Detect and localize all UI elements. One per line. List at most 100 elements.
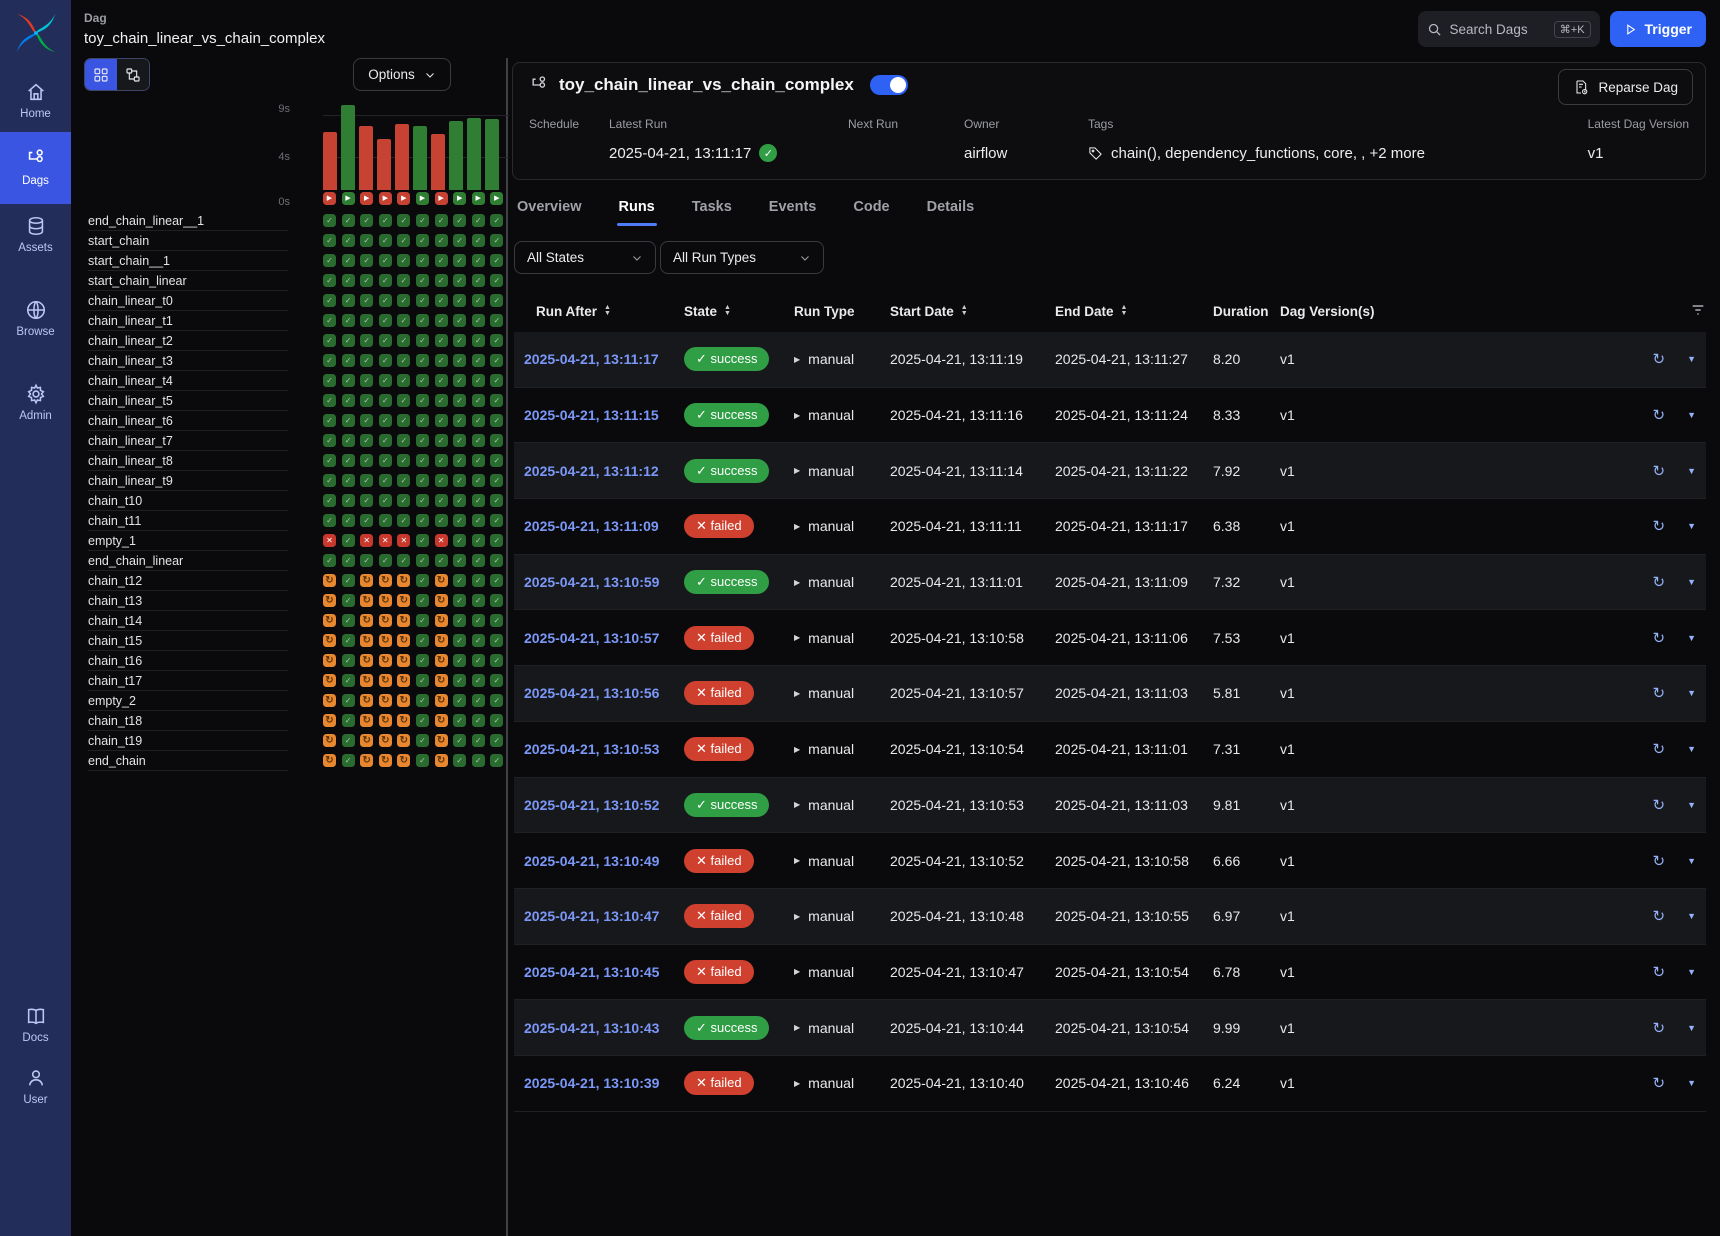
task-instance-upstream-failed-icon[interactable]: ↻: [397, 754, 410, 767]
task-instance-success-icon[interactable]: ✓: [323, 414, 336, 427]
task-instance-success-icon[interactable]: ✓: [490, 714, 503, 727]
duration-bar[interactable]: [395, 124, 409, 190]
task-name[interactable]: chain_t11: [88, 511, 288, 531]
task-instance-success-icon[interactable]: ✓: [323, 214, 336, 227]
task-instance-success-icon[interactable]: ✓: [342, 214, 355, 227]
task-instance-success-icon[interactable]: ✓: [472, 674, 485, 687]
sidebar-item-browse[interactable]: Browse: [0, 288, 71, 350]
task-instance-success-icon[interactable]: ✓: [342, 374, 355, 387]
task-instance-success-icon[interactable]: ✓: [453, 394, 466, 407]
run-after-link[interactable]: 2025-04-21, 13:11:17: [524, 351, 659, 367]
duration-bar[interactable]: [377, 139, 391, 190]
task-instance-success-icon[interactable]: ✓: [416, 654, 429, 667]
clear-run-icon[interactable]: ↻: [1653, 462, 1666, 480]
task-instance-success-icon[interactable]: ✓: [435, 514, 448, 527]
task-instance-success-icon[interactable]: ✓: [342, 594, 355, 607]
task-instance-success-icon[interactable]: ✓: [379, 554, 392, 567]
task-instance-success-icon[interactable]: ✓: [342, 734, 355, 747]
run-manual-icon[interactable]: ▶: [472, 192, 485, 205]
task-instance-success-icon[interactable]: ✓: [453, 454, 466, 467]
task-instance-upstream-failed-icon[interactable]: ↻: [360, 654, 373, 667]
run-after-link[interactable]: 2025-04-21, 13:10:52: [524, 797, 659, 813]
clear-run-icon[interactable]: ↻: [1653, 406, 1666, 424]
row-menu-caret-icon[interactable]: ▼: [1687, 967, 1696, 977]
task-instance-success-icon[interactable]: ✓: [435, 254, 448, 267]
task-instance-success-icon[interactable]: ✓: [453, 594, 466, 607]
run-after-link[interactable]: 2025-04-21, 13:10:57: [524, 630, 659, 646]
task-instance-success-icon[interactable]: ✓: [490, 434, 503, 447]
run-manual-icon[interactable]: ▶: [490, 192, 503, 205]
task-instance-success-icon[interactable]: ✓: [323, 454, 336, 467]
task-instance-upstream-failed-icon[interactable]: ↻: [397, 574, 410, 587]
task-instance-success-icon[interactable]: ✓: [323, 334, 336, 347]
task-instance-upstream-failed-icon[interactable]: ↻: [323, 574, 336, 587]
task-instance-upstream-failed-icon[interactable]: ↻: [323, 594, 336, 607]
task-instance-success-icon[interactable]: ✓: [435, 214, 448, 227]
task-instance-success-icon[interactable]: ✓: [472, 294, 485, 307]
task-instance-success-icon[interactable]: ✓: [472, 314, 485, 327]
run-type-filter-select[interactable]: All Run Types: [660, 241, 824, 274]
task-instance-success-icon[interactable]: ✓: [379, 354, 392, 367]
task-instance-upstream-failed-icon[interactable]: ↻: [323, 694, 336, 707]
task-instance-failed-icon[interactable]: ✕: [360, 534, 373, 547]
task-instance-success-icon[interactable]: ✓: [435, 394, 448, 407]
trigger-button[interactable]: Trigger: [1610, 11, 1706, 47]
task-name[interactable]: empty_1: [88, 531, 288, 551]
task-instance-upstream-failed-icon[interactable]: ↻: [397, 634, 410, 647]
column-header-run-after[interactable]: Run After▲▼: [514, 304, 684, 319]
row-menu-caret-icon[interactable]: ▼: [1687, 466, 1696, 476]
row-menu-caret-icon[interactable]: ▼: [1687, 354, 1696, 364]
task-instance-success-icon[interactable]: ✓: [490, 314, 503, 327]
run-after-link[interactable]: 2025-04-21, 13:11:15: [524, 407, 659, 423]
task-instance-failed-icon[interactable]: ✕: [379, 534, 392, 547]
task-instance-success-icon[interactable]: ✓: [379, 294, 392, 307]
task-name[interactable]: chain_t14: [88, 611, 288, 631]
task-instance-success-icon[interactable]: ✓: [490, 734, 503, 747]
sort-icon[interactable]: ▲▼: [604, 305, 611, 317]
dag-pause-toggle[interactable]: [870, 75, 908, 95]
task-instance-success-icon[interactable]: ✓: [360, 494, 373, 507]
task-instance-success-icon[interactable]: ✓: [472, 214, 485, 227]
task-instance-success-icon[interactable]: ✓: [342, 474, 355, 487]
task-instance-success-icon[interactable]: ✓: [397, 494, 410, 507]
task-name[interactable]: end_chain: [88, 751, 288, 771]
task-instance-upstream-failed-icon[interactable]: ↻: [360, 694, 373, 707]
task-instance-success-icon[interactable]: ✓: [379, 254, 392, 267]
task-instance-success-icon[interactable]: ✓: [416, 214, 429, 227]
task-instance-success-icon[interactable]: ✓: [416, 514, 429, 527]
task-instance-upstream-failed-icon[interactable]: ↻: [379, 734, 392, 747]
task-instance-success-icon[interactable]: ✓: [397, 274, 410, 287]
clear-run-icon[interactable]: ↻: [1653, 796, 1666, 814]
task-instance-success-icon[interactable]: ✓: [490, 694, 503, 707]
sidebar-item-assets[interactable]: Assets: [0, 204, 71, 266]
row-menu-caret-icon[interactable]: ▼: [1687, 577, 1696, 587]
task-instance-success-icon[interactable]: ✓: [453, 494, 466, 507]
duration-bar[interactable]: [413, 126, 427, 190]
task-name[interactable]: chain_t13: [88, 591, 288, 611]
task-instance-success-icon[interactable]: ✓: [342, 654, 355, 667]
row-menu-caret-icon[interactable]: ▼: [1687, 800, 1696, 810]
run-manual-icon[interactable]: ▶: [379, 192, 392, 205]
task-instance-success-icon[interactable]: ✓: [435, 474, 448, 487]
duration-bar[interactable]: [449, 121, 463, 190]
task-name[interactable]: chain_linear_t0: [88, 291, 288, 311]
task-instance-success-icon[interactable]: ✓: [490, 214, 503, 227]
task-instance-success-icon[interactable]: ✓: [453, 474, 466, 487]
task-instance-success-icon[interactable]: ✓: [490, 334, 503, 347]
run-after-link[interactable]: 2025-04-21, 13:10:47: [524, 908, 659, 924]
task-instance-success-icon[interactable]: ✓: [416, 474, 429, 487]
task-instance-success-icon[interactable]: ✓: [453, 674, 466, 687]
grid-view-button[interactable]: [85, 59, 117, 90]
task-instance-upstream-failed-icon[interactable]: ↻: [360, 634, 373, 647]
clear-run-icon[interactable]: ↻: [1653, 684, 1666, 702]
task-instance-success-icon[interactable]: ✓: [490, 374, 503, 387]
duration-bar[interactable]: [467, 118, 481, 190]
task-instance-success-icon[interactable]: ✓: [490, 574, 503, 587]
run-after-link[interactable]: 2025-04-21, 13:11:12: [524, 463, 659, 479]
duration-bar[interactable]: [431, 134, 445, 190]
task-instance-success-icon[interactable]: ✓: [342, 274, 355, 287]
duration-bar[interactable]: [485, 119, 499, 190]
task-instance-upstream-failed-icon[interactable]: ↻: [379, 714, 392, 727]
tab-runs[interactable]: Runs: [617, 190, 657, 226]
task-instance-success-icon[interactable]: ✓: [342, 234, 355, 247]
